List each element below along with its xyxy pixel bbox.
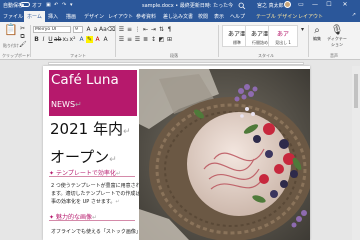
tab-table-design[interactable]: テーブル デザイン [256,13,297,20]
headline-line-2[interactable]: オープン↵ [50,146,117,167]
tab-references[interactable]: 参考資料 [136,13,156,20]
magnifier-icon: ⌕ [314,25,320,36]
search-button[interactable] [238,2,250,10]
redo-icon[interactable]: ↷ [62,2,66,8]
tab-design[interactable]: デザイン [84,13,104,20]
cake-illustration [139,69,310,240]
cut-icon[interactable]: ✂ [19,25,26,32]
tab-table-layout[interactable]: レイアウト [298,13,323,20]
justify-icon[interactable]: ≣ [142,36,149,43]
tab-mailings[interactable]: 差し込み文書 [163,13,193,20]
grow-font-icon[interactable]: A [85,26,92,33]
clear-format-icon[interactable]: ⌫ [107,26,115,33]
dictate-button[interactable]: 🎙 ディクテーション [326,25,348,48]
maximize-button[interactable]: ☐ [324,1,334,9]
subscript-icon[interactable]: x₂ [62,36,69,43]
superscript-icon[interactable]: x² [69,36,76,43]
copy-icon[interactable]: ⧉ [19,33,26,40]
char-shading-icon[interactable]: A [102,36,109,43]
tab-layout[interactable]: レイアウト [108,13,133,20]
align-right-icon[interactable]: ☰ [134,36,141,43]
tab-draw[interactable]: 描画 [66,13,76,20]
align-left-icon[interactable]: ☰ [118,36,125,43]
undo-icon[interactable]: ↶ [54,2,58,8]
document-page[interactable]: Café Luna NEWS↵ 2021 年内↵ オープン↵ ✦ テンプレートで効… [43,66,310,240]
save-icon[interactable]: ▣ [46,2,51,8]
scrollbar-thumb[interactable] [354,74,358,108]
highlight-icon[interactable]: ✎ [86,36,93,43]
cake-photo[interactable] [139,69,310,240]
voice-group-label: 音声 [330,53,338,58]
title-bar: 自動保存 オフ ▣ ↶ ↷ ▾ sample.docx • 最終更新日時: たっ… [0,0,360,10]
multilevel-list-icon[interactable]: ⋮ [134,26,141,33]
section-1-body-line-2[interactable]: ます。適切したテンプレートでの作成は仕 [51,190,145,198]
section-1-body-line-1[interactable]: 2 つ使うテンプレートが豊富に用意されてい [51,182,150,190]
increase-indent-icon[interactable]: ⇥ [150,26,157,33]
tab-review[interactable]: 校閲 [198,13,208,20]
decrease-indent-icon[interactable]: ⇤ [142,26,149,33]
customize-qat-icon[interactable]: ▾ [70,2,73,8]
styles-more-icon[interactable]: ▾ [299,26,306,33]
borders-icon[interactable]: ⊞ [166,36,173,43]
headline-line-1[interactable]: 2021 年内↵ [50,118,131,139]
line-spacing-icon[interactable]: ↕ [150,36,157,43]
format-painter-icon[interactable]: 🖌 [19,41,27,48]
tab-file[interactable]: ファイル [3,13,23,20]
font-size-dropdown[interactable]: 9 [73,26,83,33]
tab-insert[interactable]: 挿入 [48,13,58,20]
banner-title[interactable]: Café Luna [51,72,119,88]
autosave-toggle[interactable] [20,2,30,7]
tab-view[interactable]: 表示 [214,13,224,20]
text-effects-icon[interactable]: A [78,36,85,43]
banner: Café Luna NEWS↵ [49,70,137,116]
styles-group-label: スタイル [258,53,274,58]
paragraph-group-label: 段落 [170,53,178,58]
edit-button[interactable]: ⌕ 編集 [310,25,324,42]
underline-icon[interactable]: U [47,36,54,43]
bullets-icon[interactable]: ☰ [118,26,125,33]
shading-icon[interactable]: ◩ [158,36,165,43]
font-name-dropdown[interactable]: Meiryo UI [33,26,71,33]
avatar[interactable] [284,1,291,8]
share-button[interactable]: ↗ [352,12,356,18]
numbering-icon[interactable]: ≡ [126,26,133,33]
paste-icon[interactable]: 📋 [4,24,18,40]
style-heading-1[interactable]: あア 見出し 1 [268,25,298,47]
clipboard-group-label: クリップボード [2,53,30,58]
document-title[interactable]: sample.docx • 最終更新日時: たった今 [142,2,233,9]
font-group-label: フォント [70,53,86,58]
bold-icon[interactable]: B [33,36,40,43]
italic-icon[interactable]: I [40,36,47,43]
close-button[interactable]: ✕ [340,1,350,9]
change-case-icon[interactable]: Aa [99,26,107,33]
banner-subtitle[interactable]: NEWS↵ [51,100,82,109]
search-icon [238,2,246,10]
microphone-icon: 🎙 [330,25,344,36]
strikethrough-icon[interactable]: ab [54,36,62,43]
tab-home[interactable]: ホーム [24,11,45,22]
paste-label[interactable]: 貼り付け [3,43,19,49]
show-marks-icon[interactable]: ¶ [166,26,173,33]
section-2-heading[interactable]: ✦ 魅力的な画像↵ [49,212,135,221]
font-color-icon[interactable]: A [94,36,101,43]
sort-icon[interactable]: ⇅ [158,26,165,33]
section-2-body-line-1[interactable]: オフラインでも使える「ストック画像」のほ [51,228,151,236]
align-center-icon[interactable]: ≡ [126,36,133,43]
autosave-state: オフ [32,3,43,9]
ribbon-tabs: ファイル ホーム 挿入 描画 デザイン レイアウト 参考資料 差し込み文書 校閲… [0,10,360,22]
ribbon: 📋 貼り付け ✂ ⧉ 🖌 クリップボード Meiryo UI 9 A a Aa … [0,22,360,60]
shrink-font-icon[interactable]: a [92,26,99,33]
minimize-button[interactable]: — [310,1,320,9]
ribbon-display-icon[interactable]: ▭ [296,1,306,9]
tab-help[interactable]: ヘルプ [230,13,245,20]
user-name[interactable]: 宮之 真太郎 [257,2,284,9]
section-1-heading[interactable]: ✦ テンプレートで効率化↵ [49,168,135,177]
section-1-body-line-3[interactable]: 事の効率化を UP させます。↵ [51,198,120,206]
vertical-scrollbar[interactable] [352,66,360,240]
